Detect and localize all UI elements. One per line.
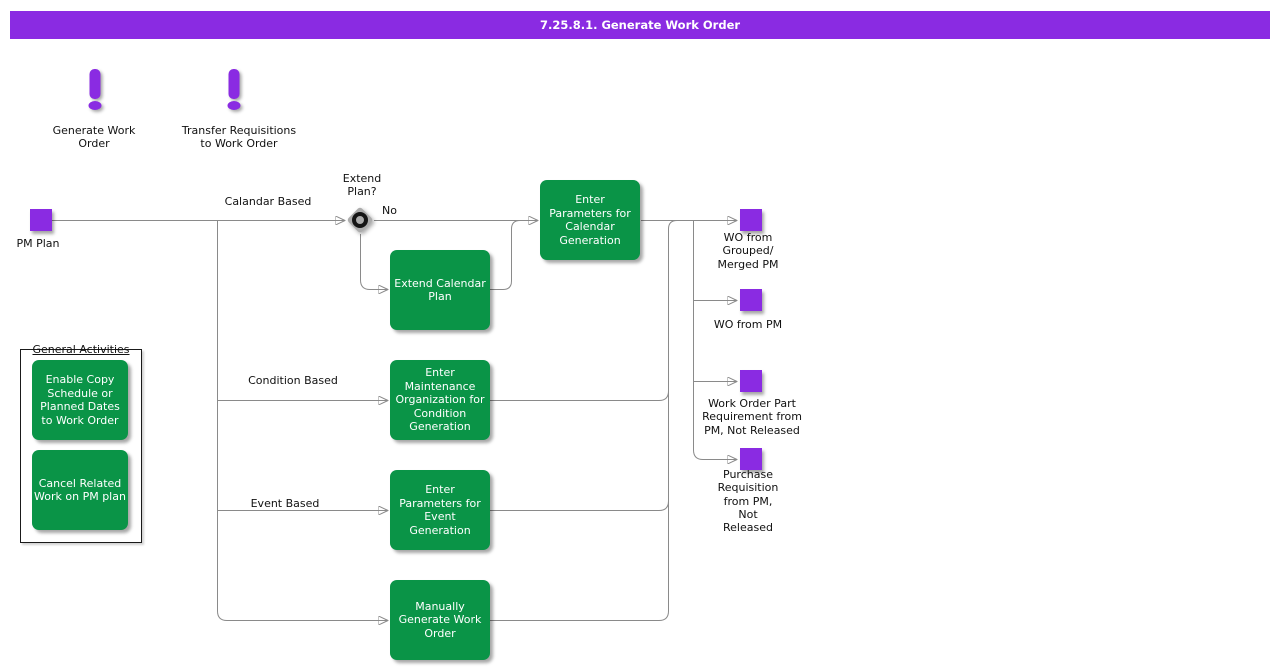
output-wo-part-requirement-node[interactable] [740,370,762,392]
milestone-transfer-requisitions-label[interactable]: Transfer Requisitions to Work Order [164,124,314,151]
task-label: Extend Calendar Plan [394,277,485,304]
output-purchase-requisition-label: Purchase Requisition from PM, Not Releas… [708,468,788,534]
decision-gateway-icon [340,200,380,240]
task-label: Enter Parameters for Event Generation [399,483,481,537]
output-wo-from-pm-label: WO from PM [700,318,796,331]
task-label: Enable Copy Schedule or Planned Dates to… [40,373,120,427]
branch-label-calendar: Calandar Based [218,195,318,208]
pm-plan-node[interactable] [30,209,52,231]
wire-extend-out [490,221,526,290]
output-wo-from-pm-node[interactable] [740,289,762,311]
milestone-generate-work-order-label[interactable]: Generate Work Order [34,124,154,151]
task-enter-parameters-event[interactable]: Enter Parameters for Event Generation [390,470,490,550]
task-manually-generate-work-order[interactable]: Manually Generate Work Order [390,580,490,660]
wire-decision-to-extend [361,234,389,290]
task-label: Cancel Related Work on PM plan [34,477,126,504]
task-enter-parameters-calendar[interactable]: Enter Parameters for Calendar Generation [540,180,640,260]
task-extend-calendar-plan[interactable]: Extend Calendar Plan [390,250,490,330]
task-label: Manually Generate Work Order [399,600,482,641]
pm-plan-label: PM Plan [12,237,64,250]
branch-label-event: Event Based [245,497,325,510]
general-activities-title: General Activities [21,343,141,356]
exclamation-icon[interactable] [81,69,109,111]
output-purchase-requisition-node[interactable] [740,448,762,470]
exclamation-icon[interactable] [220,69,248,111]
wire-collector [490,221,677,621]
task-label: Enter Maintenance Organization for Condi… [396,366,485,434]
decision-question-label: Extend Plan? [332,172,392,199]
decision-no-label: No [382,204,412,217]
process-diagram: 7.25.8.1. Generate Work Order Generate W… [0,0,1280,670]
task-cancel-related-work[interactable]: Cancel Related Work on PM plan [32,450,128,530]
output-wo-grouped-merged-pm-label: WO from Grouped/ Merged PM [700,231,796,271]
connector-lines [0,0,1280,670]
task-enable-copy-schedule[interactable]: Enable Copy Schedule or Planned Dates to… [32,360,128,440]
task-label: Enter Parameters for Calendar Generation [549,193,631,247]
wire-trunk-to-manual [218,221,389,621]
branch-label-condition: Condition Based [243,374,343,387]
output-wo-grouped-merged-pm-node[interactable] [740,209,762,231]
wire-condition-out [490,391,669,401]
output-wo-part-requirement-label: Work Order Part Requirement from PM, Not… [697,397,807,437]
task-enter-maintenance-organization[interactable]: Enter Maintenance Organization for Condi… [390,360,490,440]
wire-event-out [490,501,669,511]
page-title: 7.25.8.1. Generate Work Order [10,11,1270,39]
